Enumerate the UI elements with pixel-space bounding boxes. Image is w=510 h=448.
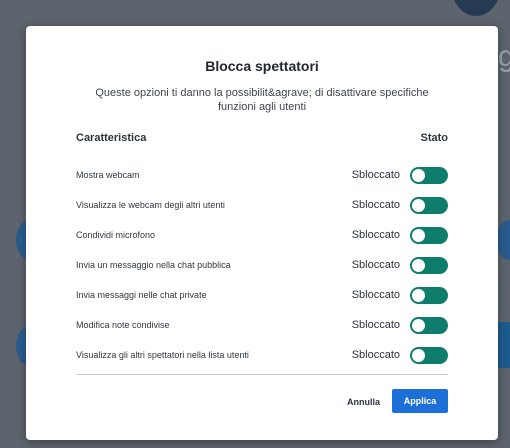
toggle-knob xyxy=(412,289,425,302)
background-text-fragment: g xyxy=(498,40,510,73)
setting-label: Condividi microfono xyxy=(76,230,156,240)
other-webcams-toggle[interactable] xyxy=(410,197,448,214)
setting-status: Sbloccato xyxy=(351,259,400,271)
setting-row-user-list: Visualizza gli altri spettatori nella li… xyxy=(76,344,448,374)
column-header-status: Stato xyxy=(420,132,449,144)
column-header-feature: Caratteristica xyxy=(76,132,147,144)
setting-row-public-chat: Invia un messaggio nella chat pubblica S… xyxy=(76,254,448,284)
setting-label: Mostra webcam xyxy=(76,170,140,180)
lock-viewers-modal: Blocca spettatori Queste opzioni ti dann… xyxy=(26,26,498,440)
lock-settings-list: Mostra webcam Sbloccato Visualizza le we… xyxy=(76,164,448,374)
setting-label: Visualizza gli altri spettatori nella li… xyxy=(76,350,249,360)
setting-row-see-other-webcams: Visualizza le webcam degli altri utenti … xyxy=(76,194,448,224)
setting-label: Invia un messaggio nella chat pubblica xyxy=(76,260,231,270)
toggle-knob xyxy=(412,199,425,212)
private-chat-toggle[interactable] xyxy=(410,287,448,304)
background-panel-right xyxy=(498,322,510,368)
apply-button[interactable]: Applica xyxy=(392,389,448,413)
background-avatar-top xyxy=(452,0,500,16)
setting-status: Sbloccato xyxy=(351,169,400,181)
toggle-knob xyxy=(412,229,425,242)
toggle-knob xyxy=(412,349,425,362)
modal-title: Blocca spettatori xyxy=(205,58,319,74)
toggle-knob xyxy=(412,319,425,332)
toggle-knob xyxy=(412,259,425,272)
background-circle-right xyxy=(496,220,510,260)
setting-label: Modifica note condivise xyxy=(76,320,170,330)
setting-row-private-chat: Invia messaggi nelle chat private Sblocc… xyxy=(76,284,448,314)
shared-notes-toggle[interactable] xyxy=(410,317,448,334)
user-list-toggle[interactable] xyxy=(410,347,448,364)
setting-status: Sbloccato xyxy=(351,289,400,301)
setting-row-show-webcam: Mostra webcam Sbloccato xyxy=(76,164,448,194)
setting-status: Sbloccato xyxy=(351,229,400,241)
setting-label: Visualizza le webcam degli altri utenti xyxy=(76,200,225,210)
setting-row-shared-notes: Modifica note condivise Sbloccato xyxy=(76,314,448,344)
microphone-toggle[interactable] xyxy=(410,227,448,244)
modal-description: Queste opzioni ti danno la possibilit&ag… xyxy=(95,87,429,113)
setting-label: Invia messaggi nelle chat private xyxy=(76,290,207,300)
public-chat-toggle[interactable] xyxy=(410,257,448,274)
toggle-knob xyxy=(412,169,425,182)
setting-status: Sbloccato xyxy=(351,199,400,211)
setting-status: Sbloccato xyxy=(351,319,400,331)
setting-status: Sbloccato xyxy=(351,349,400,361)
setting-row-share-microphone: Condividi microfono Sbloccato xyxy=(76,224,448,254)
webcam-toggle[interactable] xyxy=(410,167,448,184)
footer-divider xyxy=(76,374,448,375)
cancel-button[interactable]: Annulla xyxy=(347,394,380,410)
